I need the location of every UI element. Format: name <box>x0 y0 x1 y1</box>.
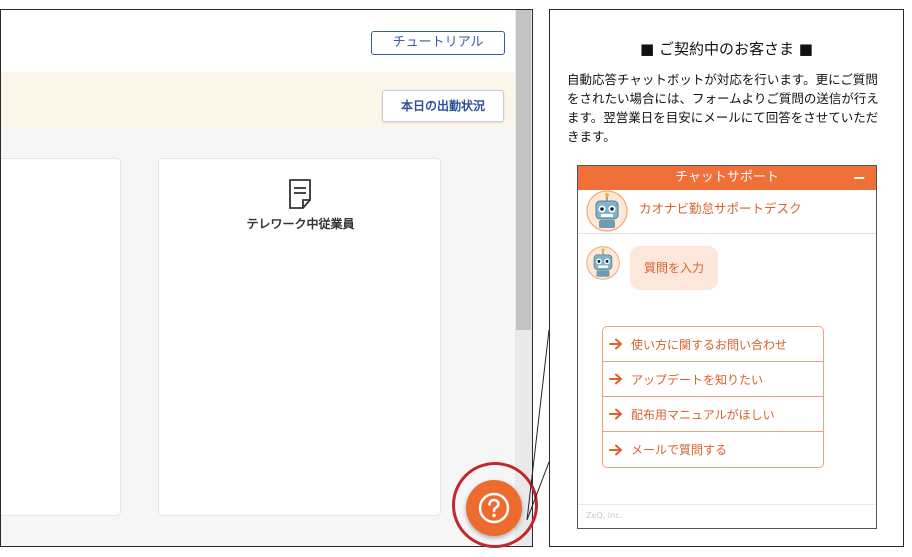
chat-option-manual[interactable]: 配布用マニュアルがほしい <box>603 397 823 432</box>
robot-avatar-icon <box>586 246 620 280</box>
chat-option-updates[interactable]: アップデートを知りたい <box>603 362 823 397</box>
chat-title: チャットサポート <box>675 170 779 185</box>
app-topbar: チュートリアル <box>1 10 515 72</box>
arrow-right-icon <box>609 338 622 350</box>
chat-option-email[interactable]: メールで質問する <box>603 432 823 467</box>
arrow-right-icon <box>609 444 622 455</box>
dashboard-area: テレワーク中従業員 <box>1 128 515 546</box>
dashboard-card[interactable] <box>1 158 121 516</box>
attendance-status-button[interactable]: 本日の出勤状況 <box>382 90 504 122</box>
robot-avatar-icon <box>586 190 628 232</box>
highlight-circle <box>452 462 538 548</box>
arrow-right-icon <box>609 373 622 385</box>
chat-option-label: アップデートを知りたい <box>631 372 764 387</box>
arrow-right-icon <box>609 408 622 420</box>
app-screenshot: チュートリアル 本日の出勤状況 テレワーク中従業員 <box>0 9 533 547</box>
chat-option-usage[interactable]: 使い方に関するお問い合わせ <box>603 327 823 362</box>
app-banner: 本日の出勤状況 <box>1 72 515 128</box>
chat-footer: ZeQ, Inc. <box>578 504 876 528</box>
info-description: 自動応答チャットボットが対応を行います。更にご質問をされたい場合には、フォームよ… <box>567 72 879 144</box>
tutorial-button[interactable]: チュートリアル <box>371 31 505 55</box>
scrollbar[interactable] <box>515 10 532 546</box>
telework-label: テレワーク中従業員 <box>246 217 355 231</box>
chat-bot-row: カオナビ勤怠サポートデスク <box>578 190 876 234</box>
chat-option-label: 使い方に関するお問い合わせ <box>631 337 788 352</box>
chat-brand: ZeQ, Inc. <box>586 511 623 520</box>
bot-name: カオナビ勤怠サポートデスク <box>639 201 802 216</box>
chat-widget: チャットサポート − カオナビ勤怠サポートデスク 質問を入力 使い方に関するお問… <box>577 165 877 529</box>
info-panel: ■ ご契約中のお客さま ■ 自動応答チャットボットが対応を行います。更にご質問を… <box>549 9 904 547</box>
chat-message-bubble: 質問を入力 <box>630 246 718 290</box>
scrollbar-thumb[interactable] <box>516 10 531 330</box>
chat-header: チャットサポート − <box>578 166 876 190</box>
info-heading: ■ ご契約中のお客さま ■ <box>640 40 813 58</box>
document-icon <box>289 179 311 209</box>
chat-option-label: 配布用マニュアルがほしい <box>631 407 775 422</box>
telework-card[interactable]: テレワーク中従業員 <box>158 158 441 516</box>
chat-options: 使い方に関するお問い合わせ アップデートを知りたい 配布用マニュアルがほしい メ… <box>602 326 824 468</box>
minimize-button[interactable]: − <box>853 166 866 190</box>
chat-option-label: メールで質問する <box>631 443 728 457</box>
